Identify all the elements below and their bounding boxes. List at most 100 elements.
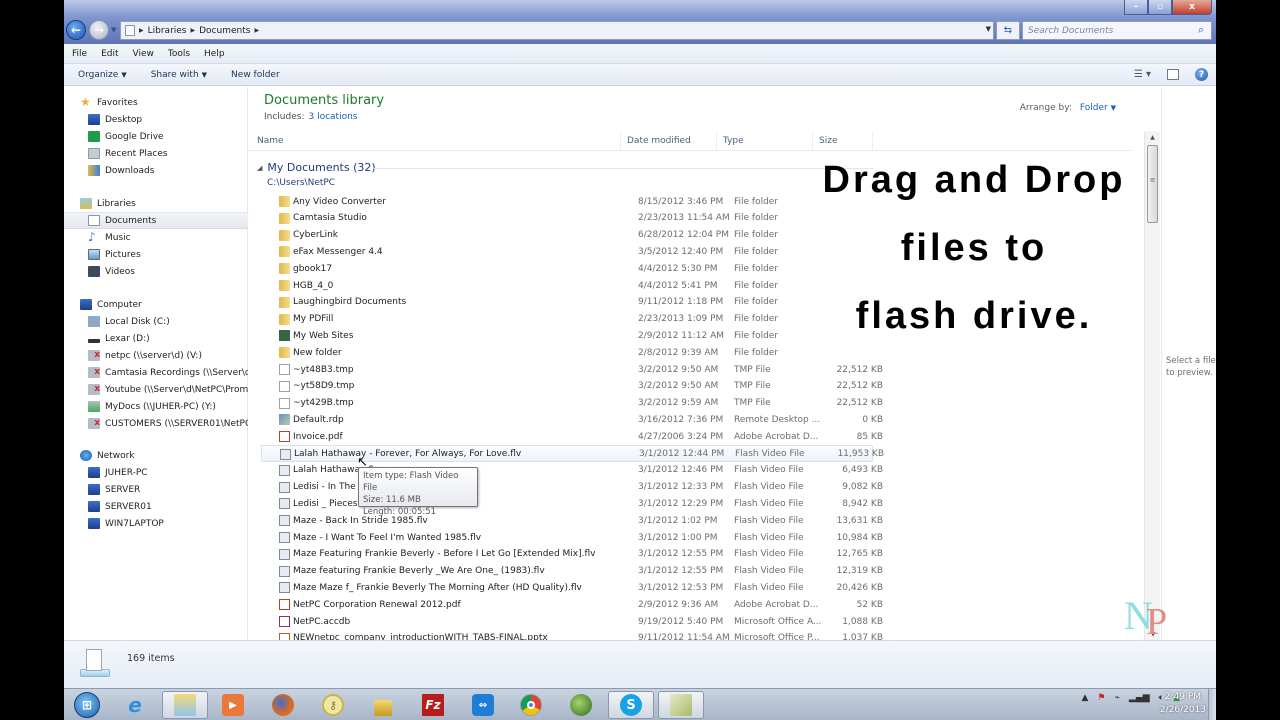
breadcrumb-documents[interactable]: Documents xyxy=(199,26,250,36)
file-row[interactable]: ~yt58D9.tmp 3/2/2012 9:50 AM TMP File 22,51… xyxy=(261,378,883,395)
preview-pane-icon[interactable] xyxy=(1167,69,1179,80)
sidebar-item-desktop[interactable]: Desktop xyxy=(64,111,248,128)
column-type[interactable]: Type xyxy=(717,130,813,151)
taskbar-lock-app[interactable] xyxy=(360,691,406,719)
taskbar-media-player[interactable]: ▶ xyxy=(210,691,256,719)
power-icon[interactable]: ⌁ xyxy=(1114,693,1119,703)
refresh-button[interactable]: ⇆ xyxy=(996,21,1020,40)
action-center-icon[interactable]: ⚑ xyxy=(1097,693,1105,703)
sidebar-item-google-drive[interactable]: Google Drive xyxy=(64,128,248,145)
taskbar-firefox[interactable] xyxy=(260,691,306,719)
file-row[interactable]: Ledisi - In The Mo 3/1/2012 12:33 PM Flash… xyxy=(261,479,883,496)
search-icon[interactable]: ⌕ xyxy=(1198,23,1212,37)
sidebar-item-lexar[interactable]: Lexar (D:) xyxy=(64,330,248,347)
chevron-right-icon[interactable]: ▶ xyxy=(254,27,259,34)
taskbar-filezilla[interactable]: Fz xyxy=(410,691,456,719)
sidebar-item-local-disk[interactable]: Local Disk (C:) xyxy=(64,313,248,330)
sidebar-item-server[interactable]: SERVER xyxy=(64,481,248,498)
menu-tools[interactable]: Tools xyxy=(168,49,190,59)
sidebar-item-customers-drive[interactable]: x CUSTOMERS (\\SERVER01\NetPC) xyxy=(64,415,248,432)
file-row[interactable]: My PDFill 2/23/2013 1:09 PM File folder xyxy=(261,311,873,328)
organize-button[interactable]: Organize ▼ xyxy=(78,70,127,80)
file-row[interactable]: Invoice.pdf 4/27/2006 3:24 PM Adobe Acroba… xyxy=(261,428,883,445)
start-button[interactable]: ⊞ xyxy=(64,691,110,719)
file-row[interactable]: ~yt48B3.tmp 3/2/2012 9:50 AM TMP File 22,51… xyxy=(261,361,883,378)
file-row[interactable]: NetPC.accdb 9/19/2012 5:40 PM Microsoft Of… xyxy=(261,613,883,630)
file-row[interactable]: Camtasia Studio 2/23/2013 11:54 AM File fo… xyxy=(261,210,873,227)
locations-link[interactable]: 3 locations xyxy=(308,112,357,122)
file-row[interactable]: Laughingbird Documents 9/11/2012 1:18 PM F… xyxy=(261,294,873,311)
file-row[interactable]: New folder 2/8/2012 9:39 AM File folder xyxy=(261,344,873,361)
sidebar-computer[interactable]: Computer xyxy=(64,296,248,313)
search-input[interactable]: Search Documents xyxy=(1022,21,1212,40)
group-header[interactable]: ◢ My Documents (32) xyxy=(257,161,376,174)
file-row[interactable]: Maze - I Want To Feel I'm Wanted 1985.fl… xyxy=(261,529,883,546)
file-row[interactable]: ~yt429B.tmp 3/2/2012 9:59 AM TMP File 22,51… xyxy=(261,395,883,412)
show-hidden-icons[interactable]: ▲ xyxy=(1081,693,1088,703)
taskbar-teamviewer[interactable]: ⇔ xyxy=(460,691,506,719)
sidebar-libraries[interactable]: Libraries xyxy=(64,195,248,212)
file-row[interactable]: Default.rdp 3/16/2012 7:36 PM Remote Deskt… xyxy=(261,411,883,428)
menu-view[interactable]: View xyxy=(133,49,154,59)
file-row[interactable]: Any Video Converter 8/15/2012 3:46 PM File… xyxy=(261,193,873,210)
taskbar-windows-explorer[interactable] xyxy=(162,691,208,719)
vertical-scrollbar[interactable]: ▲ ≡ ▼ xyxy=(1144,131,1160,640)
sidebar-item-win7laptop[interactable]: WIN7LAPTOP xyxy=(64,515,248,532)
file-row[interactable]: eFax Messenger 4.4 3/5/2012 12:40 PM File … xyxy=(261,243,873,260)
address-history-dropdown[interactable]: ▼ xyxy=(986,25,991,33)
file-row[interactable]: NetPC Corporation Renewal 2012.pdf 2/9/20… xyxy=(261,596,883,613)
sidebar-item-music[interactable]: ♪ Music xyxy=(64,229,248,246)
sidebar-item-camtasia-drive[interactable]: x Camtasia Recordings (\\Server\d\I xyxy=(64,364,248,381)
breadcrumb-libraries[interactable]: Libraries xyxy=(148,26,187,36)
column-date-modified[interactable]: Date modified xyxy=(621,130,717,151)
sidebar-item-mydocs-drive[interactable]: MyDocs (\\JUHER-PC) (Y:) xyxy=(64,398,248,415)
new-folder-button[interactable]: New folder xyxy=(231,70,280,80)
sidebar-item-juher-pc[interactable]: JUHER-PC xyxy=(64,464,248,481)
sidebar-favorites[interactable]: ★ Favorites xyxy=(64,94,248,111)
recent-pages-dropdown[interactable]: ▼ xyxy=(111,26,116,34)
maximize-button[interactable]: ▫ xyxy=(1148,0,1172,15)
sidebar-item-netpc-drive[interactable]: x netpc (\\server\d) (V:) xyxy=(64,347,248,364)
scrollbar-thumb[interactable]: ≡ xyxy=(1147,145,1158,223)
file-row[interactable]: gbook17 4/4/2012 5:30 PM File folder xyxy=(261,260,873,277)
file-row[interactable]: Maze featuring Frankie Beverly _We Are O… xyxy=(261,563,883,580)
close-button[interactable]: x xyxy=(1172,0,1212,15)
menu-help[interactable]: Help xyxy=(204,49,225,59)
view-options-icon[interactable]: ☰ ▾ xyxy=(1134,69,1151,80)
menu-edit[interactable]: Edit xyxy=(101,49,118,59)
sidebar-item-videos[interactable]: Videos xyxy=(64,263,248,280)
file-row[interactable]: Lalah Hathaway - Forever, For Always, Fo… xyxy=(261,445,884,462)
taskbar-chrome[interactable] xyxy=(508,691,554,719)
sidebar-item-server01[interactable]: SERVER01 xyxy=(64,498,248,515)
taskbar-keepass[interactable]: ⚷ xyxy=(310,691,356,719)
clock[interactable]: 2:49 PM 2/26/2013 xyxy=(1160,691,1206,717)
back-button[interactable]: ← xyxy=(66,20,86,40)
column-name[interactable]: Name xyxy=(249,130,621,151)
sidebar-network[interactable]: Network xyxy=(64,447,248,464)
sidebar-item-pictures[interactable]: Pictures xyxy=(64,246,248,263)
sidebar-item-downloads[interactable]: Downloads xyxy=(64,162,248,179)
share-with-button[interactable]: Share with ▼ xyxy=(151,70,207,80)
taskbar-internet-explorer[interactable]: e xyxy=(112,691,158,719)
taskbar-green-app[interactable] xyxy=(558,691,604,719)
file-row[interactable]: CyberLink 6/28/2012 12:04 PM File folder xyxy=(261,227,873,244)
show-desktop-button[interactable] xyxy=(1208,689,1216,720)
scroll-up-icon[interactable]: ▲ xyxy=(1145,131,1160,145)
sidebar-item-documents[interactable]: Documents xyxy=(64,212,248,229)
help-icon[interactable]: ? xyxy=(1195,68,1208,81)
file-row[interactable]: Ledisi _ Pieces Of 3/1/2012 12:29 PM Flash… xyxy=(261,495,883,512)
menu-file[interactable]: File xyxy=(72,49,87,59)
file-row[interactable]: My Web Sites 2/9/2012 11:12 AM File folder xyxy=(261,327,873,344)
file-row[interactable]: Maze Maze f_ Frankie Beverly The Morning… xyxy=(261,579,883,596)
sidebar-item-recent-places[interactable]: Recent Places xyxy=(64,145,248,162)
file-row[interactable]: HGB_4_0 4/4/2012 5:41 PM File folder xyxy=(261,277,873,294)
network-signal-icon[interactable]: ▂▄▆ xyxy=(1129,693,1150,703)
sidebar-item-youtube-drive[interactable]: x Youtube (\\Server\d\NetPC\Prom xyxy=(64,381,248,398)
minimize-button[interactable]: – xyxy=(1124,0,1148,15)
file-row[interactable]: Maze - Back In Stride 1985.flv 3/1/2012 1… xyxy=(261,512,883,529)
taskbar-skype[interactable]: S xyxy=(608,691,654,719)
file-row[interactable]: Lalah Hathaway So 3/1/2012 12:46 PM Flash … xyxy=(261,462,883,479)
taskbar-notes-app[interactable] xyxy=(658,691,704,719)
arrange-dropdown[interactable]: Folder ▼ xyxy=(1080,103,1116,113)
address-bar[interactable]: ▶ Libraries ▶ Documents ▶ ▼ xyxy=(120,21,994,40)
